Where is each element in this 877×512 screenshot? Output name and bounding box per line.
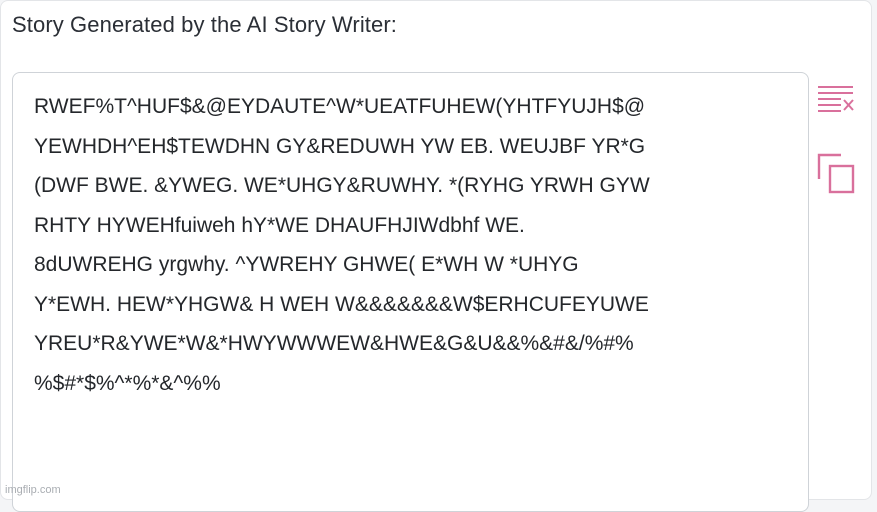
copy-icon[interactable] <box>817 153 855 195</box>
story-line: Y*EWH. HEW*YHGW& H WEH W&&&&&&&W$ERHCUFE… <box>34 292 649 316</box>
story-line: YEWHDH^EH$TEWDHN GY&REDUWH YW EB. WEUJBF… <box>34 134 646 158</box>
story-card: Story Generated by the AI Story Writer: … <box>0 0 872 512</box>
story-line: (DWF BWE. &YWEG. WE*UHGY&RUWHY. *(RYHG Y… <box>34 174 650 197</box>
story-text: RWEF%T^HUF$&@EYDAUTE^W*UEATFUHEW(YHTFYUJ… <box>34 87 792 403</box>
story-output-box[interactable]: RWEF%T^HUF$&@EYDAUTE^W*UEATFUHEW(YHTFYUJ… <box>12 72 809 512</box>
story-line: RWEF%T^HUF$&@EYDAUTE^W*UEATFUHEW(YHTFYUJ… <box>34 95 646 118</box>
clear-text-icon[interactable] <box>817 83 855 115</box>
story-line: 8dUWREHG yrgwhy. ^YWREHY GHWE( E*WH W *U… <box>34 253 579 276</box>
story-line: RHTY HYWEHfuiweh hY*WE DHAUFHJIWdbhf WE. <box>34 213 525 237</box>
watermark: imgflip.com <box>5 484 61 496</box>
story-line: YREU*R&YWE*W&*HWYWWWEW&HWE&G&U&&%&#&/%#% <box>34 332 634 355</box>
page-title: Story Generated by the AI Story Writer: <box>12 12 397 37</box>
story-line: %$#*$%^*%*&^%% <box>34 371 221 395</box>
